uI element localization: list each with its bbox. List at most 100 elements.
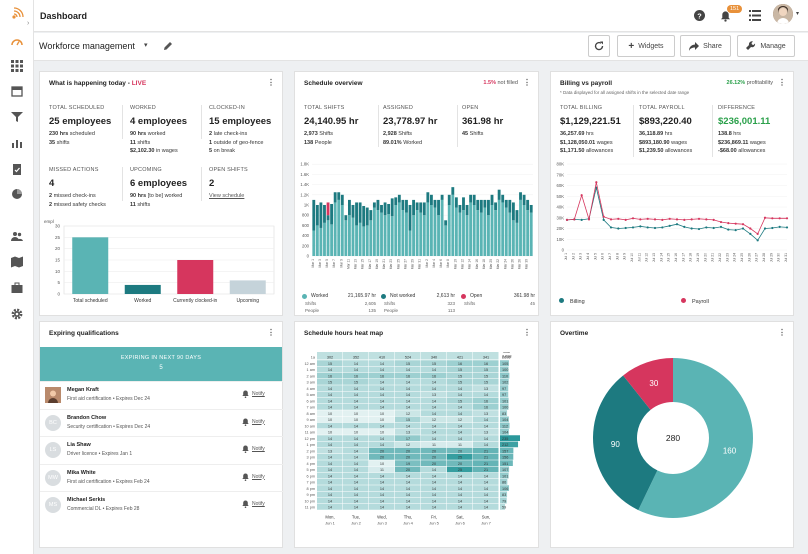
bar-segment[interactable] [401, 210, 405, 256]
data-point[interactable] [668, 217, 671, 220]
bar-segment[interactable] [390, 216, 394, 256]
data-point[interactable] [617, 227, 620, 230]
data-point[interactable] [631, 217, 635, 220]
bar-segment[interactable] [415, 202, 419, 211]
data-point[interactable] [771, 226, 774, 230]
bar-segment[interactable] [337, 192, 341, 200]
refresh-button[interactable] [588, 35, 610, 57]
data-point[interactable] [675, 218, 679, 221]
data-point[interactable] [705, 218, 708, 221]
data-point[interactable] [712, 218, 715, 221]
bar-segment[interactable] [494, 202, 497, 211]
widgets-button[interactable]: + Widgets [617, 35, 675, 57]
bar-segment[interactable] [444, 220, 448, 226]
legend-item[interactable]: Not worked 2,613 hr Shifts 323 People 113 [381, 293, 455, 315]
bar-segment[interactable] [319, 202, 323, 228]
heatmap-menu-icon[interactable]: ⋮ [523, 328, 531, 337]
overtime-menu-icon[interactable]: ⋮ [778, 328, 786, 337]
data-point[interactable] [705, 226, 708, 229]
bar-segment[interactable] [479, 212, 483, 256]
bar-segment[interactable] [405, 199, 408, 213]
schedule-menu-icon[interactable]: ⋮ [523, 78, 531, 87]
data-point[interactable] [609, 218, 613, 221]
bar-segment[interactable] [351, 205, 355, 218]
bar-segment[interactable] [519, 199, 522, 256]
bar-segment[interactable] [501, 202, 505, 256]
clipboard-check-icon[interactable] [11, 163, 23, 175]
bar-segment[interactable] [465, 205, 469, 216]
data-point[interactable] [712, 226, 715, 230]
user-menu-chevron-icon[interactable]: ▾ [796, 10, 799, 17]
bar-segment[interactable] [369, 220, 373, 256]
bar-segment[interactable] [358, 222, 362, 256]
bar-segment[interactable] [437, 215, 440, 256]
bar-segment[interactable] [476, 210, 480, 256]
map-icon[interactable] [11, 256, 23, 268]
bar-segment[interactable] [340, 194, 344, 205]
help-icon[interactable]: ? [694, 10, 705, 21]
bar-segment[interactable] [330, 203, 334, 225]
legend-item[interactable]: Open 361.98 hr Shifts 45 [461, 293, 535, 308]
data-point[interactable] [639, 218, 642, 221]
bar-segment[interactable] [504, 207, 508, 256]
bar-segment[interactable] [333, 192, 337, 203]
bar-segment[interactable] [422, 215, 426, 256]
bar-segment[interactable] [522, 194, 526, 205]
data-point[interactable] [675, 223, 679, 226]
share-button[interactable]: Share [680, 35, 731, 57]
data-point[interactable] [727, 228, 730, 231]
bar-segment[interactable] [412, 199, 416, 216]
data-point[interactable] [580, 218, 583, 221]
legend-item[interactable]: Worked 21,165.97 hr Shifts 2,605 People 135 [302, 293, 376, 315]
notify-link[interactable]: Notify [252, 391, 265, 397]
bar-segment[interactable] [519, 192, 522, 200]
bar-segment[interactable] [315, 225, 319, 256]
data-point[interactable] [785, 226, 789, 229]
bar-segment[interactable] [365, 225, 369, 256]
settings-gear-icon[interactable] [11, 308, 23, 320]
data-point[interactable] [573, 218, 576, 221]
data-point[interactable] [778, 225, 781, 228]
bar-segment[interactable] [362, 226, 366, 256]
data-point[interactable] [756, 239, 759, 242]
notify-link[interactable]: Notify [252, 501, 265, 507]
bar-segment[interactable] [419, 202, 423, 213]
bar-segment[interactable] [426, 202, 430, 256]
bar-segment[interactable] [515, 210, 519, 223]
bar-segment[interactable] [511, 220, 515, 256]
bar-chart-icon[interactable] [11, 137, 23, 149]
bar-segment[interactable] [397, 202, 401, 256]
bar-segment[interactable] [511, 202, 515, 221]
happening-menu-icon[interactable]: ⋮ [267, 78, 275, 87]
bar-segment[interactable] [429, 205, 433, 256]
bar-segment[interactable] [390, 198, 394, 217]
data-point[interactable] [778, 217, 781, 220]
data-point[interactable] [683, 225, 686, 228]
data-point[interactable] [661, 226, 664, 229]
billing-menu-icon[interactable]: ⋮ [778, 78, 786, 87]
bar-segment[interactable] [508, 212, 512, 256]
briefcase-icon[interactable] [11, 282, 23, 294]
bar-segment[interactable] [415, 210, 419, 256]
bar-segment[interactable] [451, 187, 455, 195]
bar-segment[interactable] [323, 222, 326, 256]
bar-segment[interactable] [487, 215, 490, 256]
bar-segment[interactable] [433, 207, 437, 256]
data-point[interactable] [785, 217, 789, 220]
bar-segment[interactable] [344, 215, 348, 221]
list-menu-icon[interactable] [749, 10, 761, 21]
data-point[interactable] [653, 226, 657, 230]
bar[interactable] [177, 260, 214, 294]
bar-segment[interactable] [458, 212, 462, 256]
pie-chart-icon[interactable] [11, 188, 23, 200]
bar-segment[interactable] [358, 202, 362, 223]
manage-button[interactable]: Manage [737, 35, 795, 57]
bar-segment[interactable] [337, 199, 341, 256]
bar-segment[interactable] [469, 194, 473, 203]
bar-segment[interactable] [454, 197, 458, 208]
data-point[interactable] [617, 217, 620, 220]
data-point[interactable] [734, 229, 737, 232]
bar-segment[interactable] [526, 199, 530, 211]
data-point[interactable] [595, 181, 598, 184]
bar-segment[interactable] [476, 199, 480, 211]
